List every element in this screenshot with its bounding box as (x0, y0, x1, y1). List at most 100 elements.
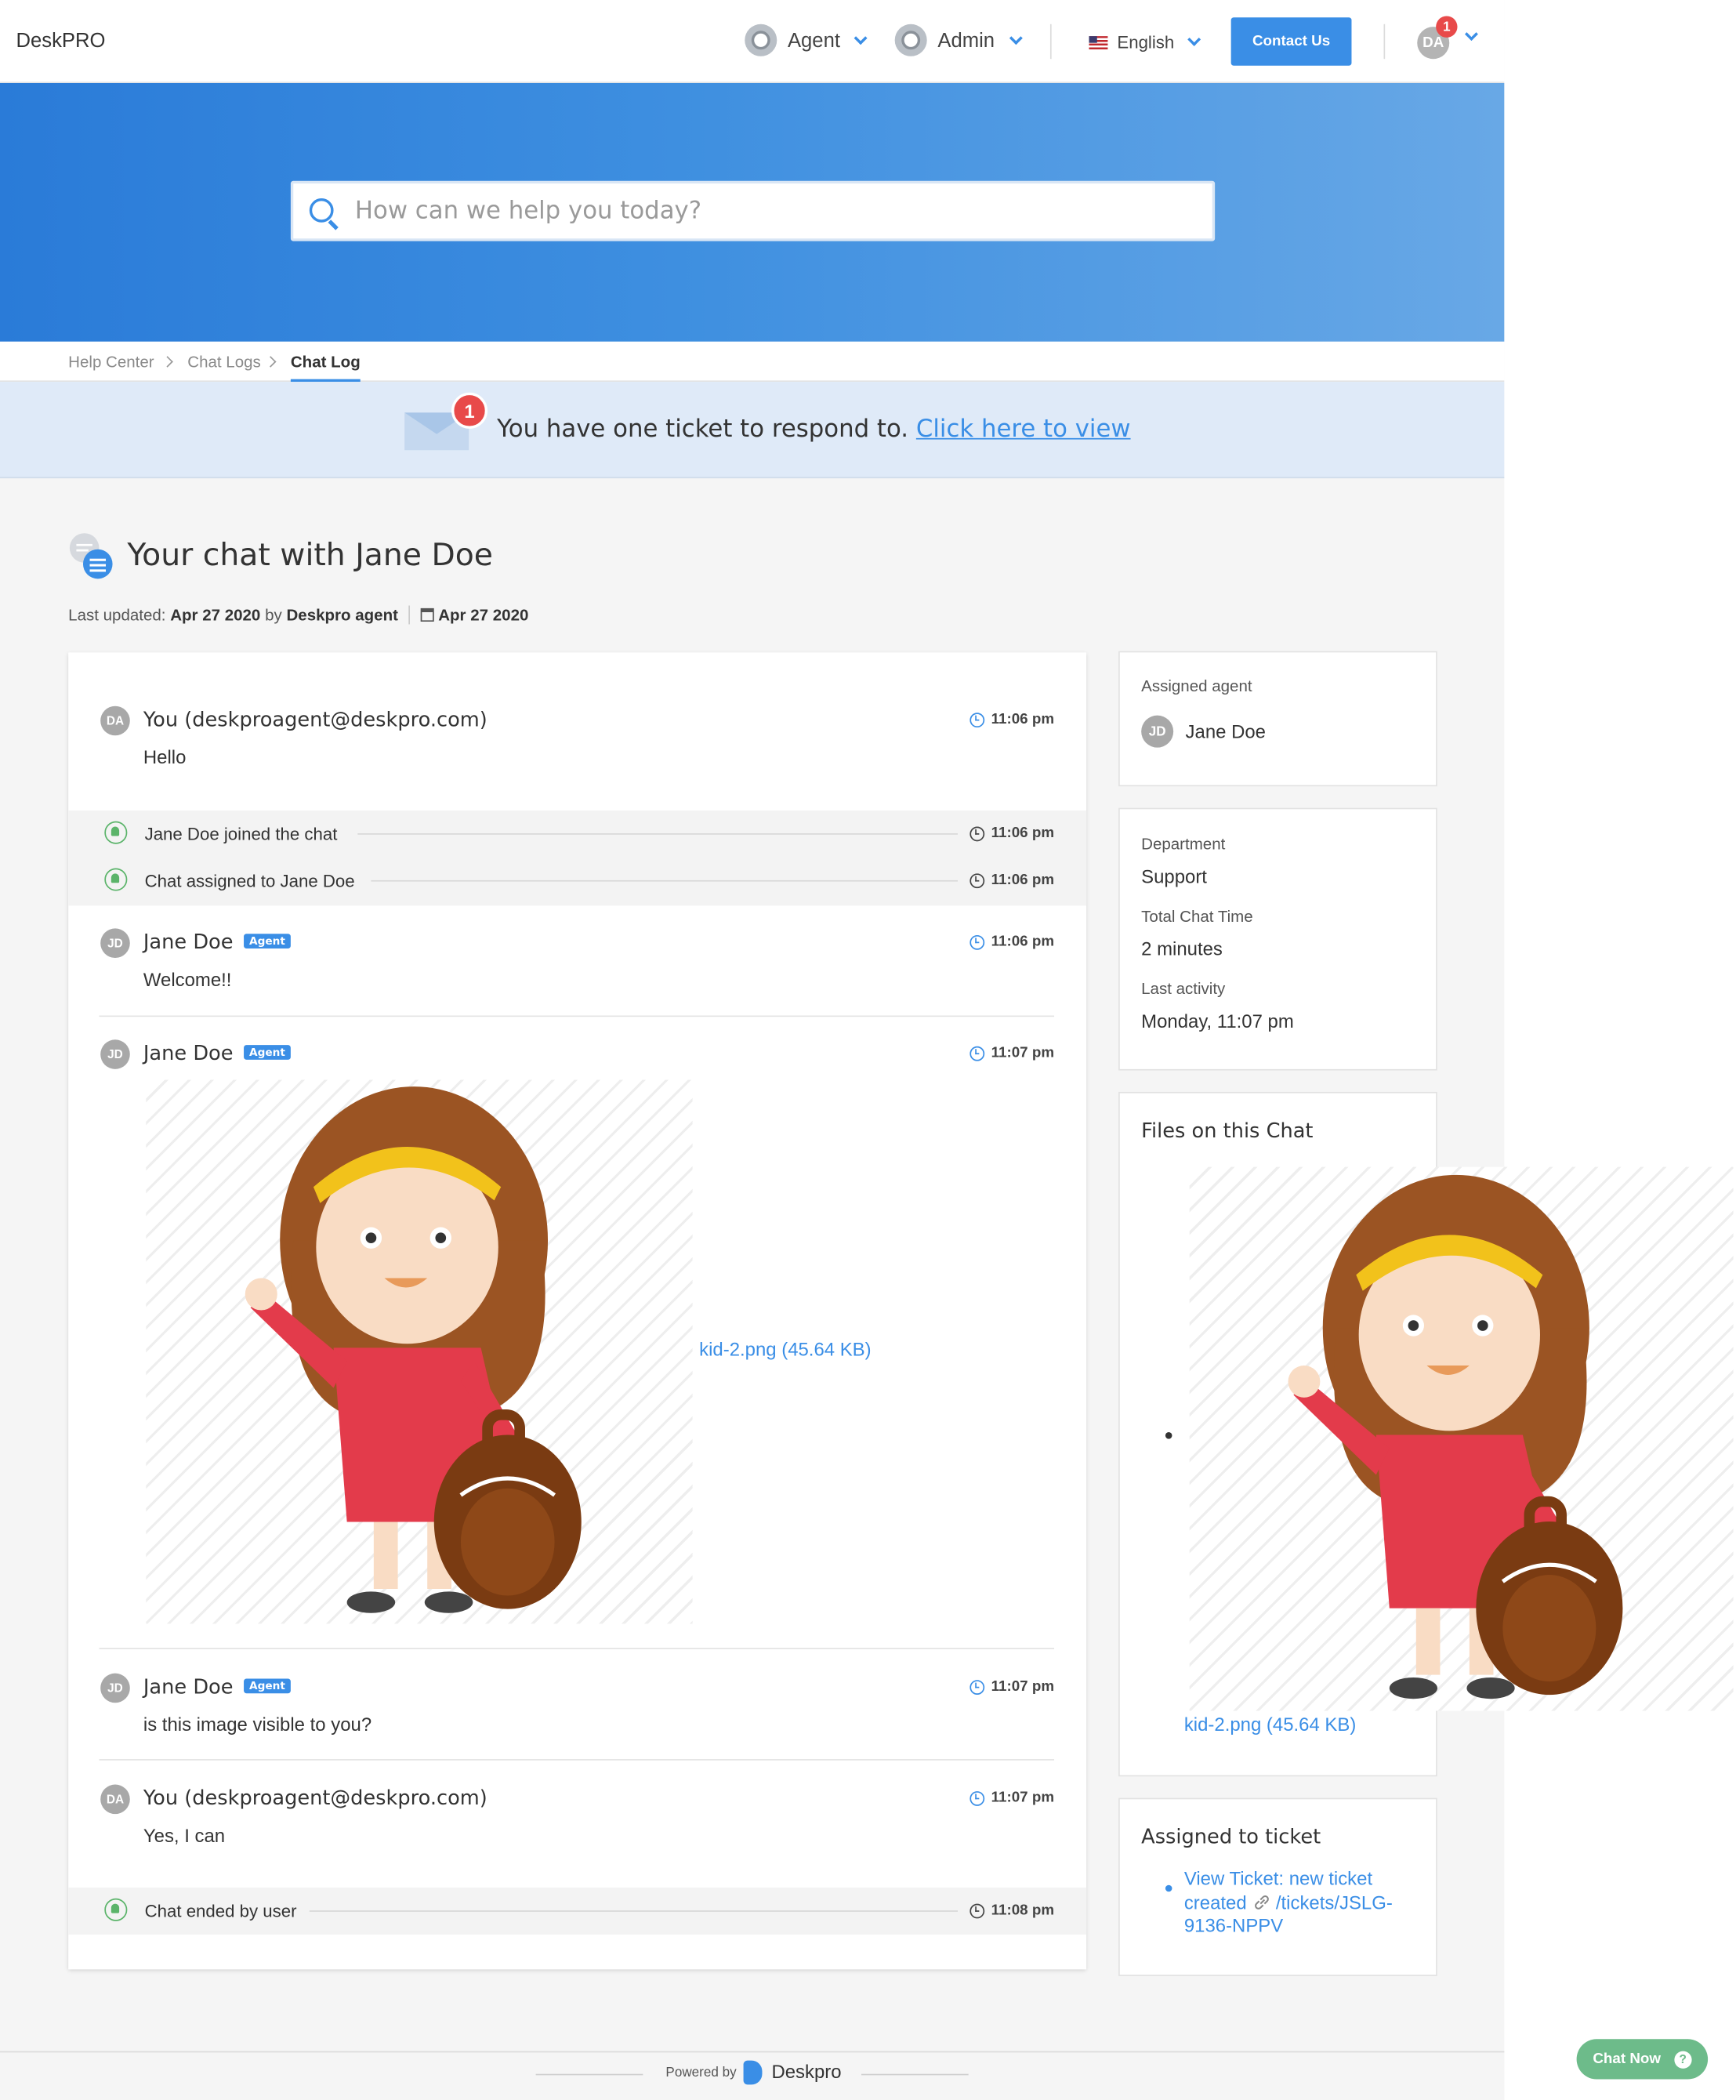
avatar: DA (100, 705, 130, 736)
chat-bubbles-icon (68, 532, 117, 581)
contact-us-button[interactable]: Contact Us (1230, 17, 1352, 66)
system-event: Jane Doe joined the chat 11:06 pm (68, 811, 1086, 858)
message-time: 11:08 pm (969, 1902, 1055, 1919)
view-ticket-link[interactable]: Click here to view (916, 415, 1131, 444)
system-event: Chat assigned to Jane Doe 11:06 pm (68, 858, 1086, 905)
updated-label: Last updated: (68, 605, 166, 625)
admin-avatar-icon (894, 24, 927, 56)
department-label: Department (1141, 834, 1226, 854)
girl-with-backpack-illustration (1288, 1174, 1623, 1699)
assigned-agent-panel: Assigned agent JD Jane Doe (1118, 651, 1437, 787)
list-bullet (1165, 1432, 1172, 1439)
file-thumbnail[interactable] (1189, 1166, 1734, 1711)
system-text: Jane Doe joined the chat (144, 824, 349, 844)
search-icon[interactable] (309, 198, 334, 223)
ticket-link-line-4: 9136-NPPV (1183, 1914, 1284, 1936)
calendar-icon (421, 608, 435, 622)
avatar: JD (100, 1039, 130, 1069)
avatar: JD (1141, 715, 1174, 748)
language-selector[interactable]: English (1089, 32, 1201, 53)
chevron-down-icon (1009, 31, 1023, 45)
message-time: 11:07 pm (969, 1678, 1055, 1696)
breadcrumb-chat-log[interactable]: Chat Log (290, 352, 361, 383)
sender-name: Jane Doe (143, 1040, 234, 1065)
site-logo[interactable]: DeskPRO (16, 30, 106, 53)
notice-badge: 1 (451, 392, 488, 429)
us-flag-icon (1089, 35, 1108, 49)
clock-icon (969, 712, 985, 727)
time-label: 11:08 pm (991, 1902, 1055, 1919)
agent-badge: Agent (244, 934, 291, 949)
clock-icon (969, 1045, 985, 1061)
updated-by: Deskpro agent (286, 605, 398, 625)
chat-transcript: DA You (deskproagent@deskpro.com) Hello … (68, 652, 1087, 1970)
message-sender: Jane Doe Agent (143, 1674, 291, 1699)
message-time: 11:07 pm (969, 1045, 1054, 1061)
clock-icon (969, 1679, 985, 1695)
time-label: 11:06 pm (991, 825, 1055, 842)
message-text: Yes, I can (143, 1824, 226, 1847)
system-event: Chat ended by user 11:08 pm (68, 1888, 1087, 1935)
language-label: English (1117, 32, 1175, 53)
attachment-link[interactable]: kid-2.png (45.64 KB) (699, 1338, 871, 1359)
department-value: Support (1141, 865, 1207, 887)
time-label: 11:07 pm (991, 1678, 1055, 1696)
message-time: 11:06 pm (969, 872, 1054, 888)
notice-text: You have one ticket to respond to. (497, 415, 909, 444)
agent-menu[interactable]: Agent (745, 24, 868, 56)
chevron-down-icon[interactable] (1464, 27, 1478, 42)
sender-name: Jane Doe (143, 1674, 234, 1699)
assigned-ticket-panel: Assigned to ticket View Ticket: new tick… (1118, 1797, 1437, 1976)
agent-avatar-icon (745, 24, 777, 56)
clock-icon (969, 934, 985, 949)
user-icon (104, 821, 128, 844)
total-time-label: Total Chat Time (1141, 907, 1253, 926)
system-text: Chat assigned to Jane Doe (144, 870, 366, 891)
total-time-value: 2 minutes (1141, 938, 1223, 959)
message-divider (99, 1648, 1055, 1649)
page-title: Your chat with Jane Doe (127, 539, 493, 574)
file-link[interactable]: kid-2.png (45.64 KB) (1184, 1714, 1356, 1735)
chevron-right-icon (161, 356, 173, 368)
ticket-link-line-3: /tickets/JSLG- (1275, 1891, 1393, 1913)
message-text: Hello (143, 745, 187, 768)
message-text: is this image visible to you? (143, 1713, 372, 1735)
powered-by-label: Powered by (665, 2066, 737, 2081)
avatar: JD (100, 1673, 130, 1703)
updated-date: Apr 27 2020 (170, 605, 261, 625)
ticket-link[interactable]: View Ticket: new ticket created /tickets… (1184, 1867, 1419, 1938)
message-time: 11:06 pm (969, 934, 1054, 950)
admin-menu[interactable]: Admin (894, 24, 1023, 56)
files-title: Files on this Chat (1141, 1119, 1314, 1143)
nav-divider (1049, 24, 1052, 60)
time-label: 11:06 pm (991, 934, 1055, 950)
girl-with-backpack-illustration (245, 1086, 582, 1613)
message-sender: Jane Doe Agent (143, 930, 291, 954)
event-line (371, 880, 959, 882)
avatar: JD (100, 928, 130, 959)
event-line (309, 1910, 959, 1912)
top-navbar: DeskPRO Agent Admin English Contact Us D… (0, 0, 1505, 83)
breadcrumb-help-center[interactable]: Help Center (68, 352, 154, 371)
message-time: 11:07 pm (969, 1790, 1054, 1806)
last-activity-value: Monday, 11:07 pm (1141, 1010, 1294, 1032)
by-label: by (265, 605, 282, 625)
message-time: 11:06 pm (969, 712, 1054, 727)
ticket-link-line-2: created (1183, 1891, 1247, 1913)
chat-now-button[interactable]: Chat Now ? (1576, 2039, 1709, 2080)
chat-now-label: Chat Now (1593, 2051, 1662, 2068)
attachment-image[interactable] (146, 1079, 693, 1624)
search-box (290, 180, 1216, 241)
meta-divider (408, 605, 411, 625)
footer-brand[interactable]: Deskpro (771, 2061, 841, 2082)
message-time: 11:06 pm (969, 825, 1055, 842)
user-icon (104, 868, 128, 891)
search-input[interactable] (354, 183, 1186, 239)
message-sender: You (deskproagent@deskpro.com) (143, 707, 487, 732)
chat-details-panel: Department Support Total Chat Time 2 min… (1118, 807, 1437, 1071)
chevron-down-icon (854, 31, 868, 45)
breadcrumb-chat-logs[interactable]: Chat Logs (187, 352, 260, 371)
message-sender: You (deskproagent@deskpro.com) (143, 1786, 487, 1810)
clock-icon (969, 1790, 985, 1806)
footer-line (535, 2073, 643, 2076)
